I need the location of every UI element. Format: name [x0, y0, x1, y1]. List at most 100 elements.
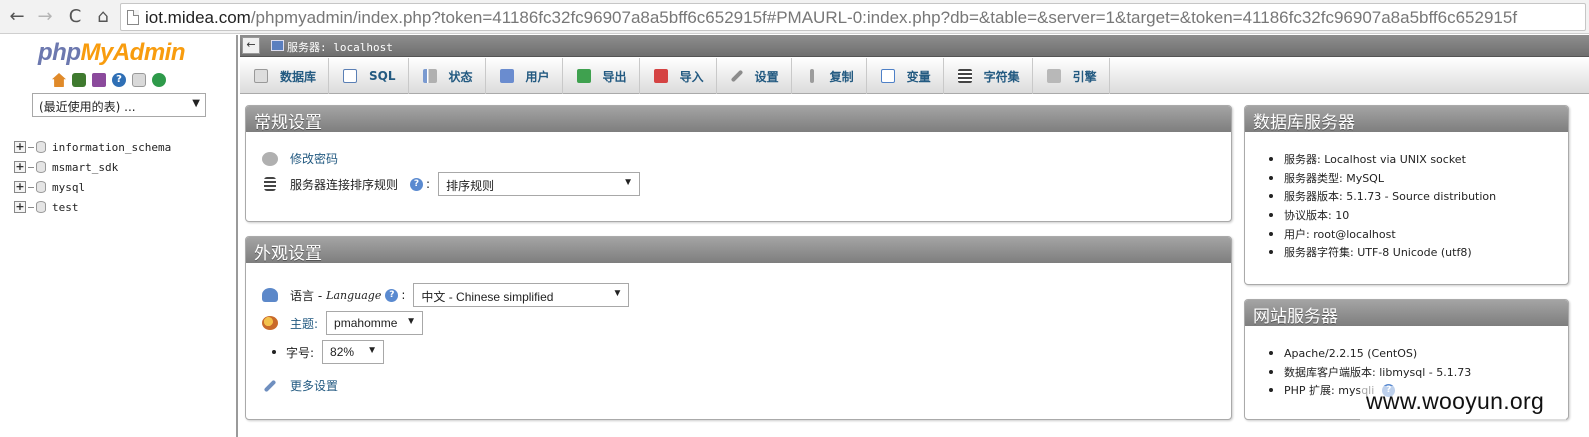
list-item: 服务器: Localhost via UNIX socket: [1269, 150, 1496, 169]
breadcrumb-server[interactable]: 服务器: localhost: [287, 39, 393, 55]
tab-import[interactable]: 导入: [640, 58, 717, 94]
database-icon: [36, 201, 46, 213]
change-password-link[interactable]: 修改密码: [290, 150, 338, 167]
forward-button[interactable]: →: [34, 6, 56, 28]
more-settings-row: 更多设置: [262, 377, 338, 394]
bullet: [1269, 175, 1273, 180]
database-server-info: 服务器: Localhost via UNIX socket 服务器类型: My…: [1269, 150, 1496, 262]
tree-item-msmart-sdk[interactable]: + msmart_sdk: [14, 157, 171, 177]
font-size-select[interactable]: 82% ▼: [322, 340, 385, 364]
list-item: 协议版本: 10: [1269, 206, 1496, 225]
server-version-text: 服务器版本: 5.1.73 - Source distribution: [1284, 190, 1497, 204]
export-icon: [576, 69, 591, 83]
bullet: [1269, 250, 1273, 255]
tab-engines[interactable]: 引擎: [1033, 58, 1110, 94]
tab-label: 设置: [754, 69, 779, 84]
font-size-label: 字号:: [286, 345, 315, 360]
charset-icon: [957, 69, 972, 83]
docs-page-icon[interactable]: [132, 73, 146, 87]
tree-line: [28, 166, 34, 168]
server-info-text: 服务器: Localhost via UNIX socket: [1284, 153, 1466, 167]
tree-item-information-schema[interactable]: + information_schema: [14, 137, 171, 157]
language-select[interactable]: 中文 - Chinese simplified ▼: [413, 283, 630, 307]
tab-sql[interactable]: SQL: [329, 58, 409, 94]
theme-value: pmahomme: [334, 316, 398, 330]
tab-label: 变量: [906, 69, 931, 84]
collation-value: 排序规则: [446, 179, 495, 193]
list-item: 服务器版本: 5.1.73 - Source distribution: [1269, 187, 1496, 206]
tab-export[interactable]: 导出: [563, 58, 640, 94]
recent-tables-select[interactable]: (最近使用的表) ... ▼: [32, 93, 206, 117]
collation-row: 服务器连接排序规则 ? : 排序规则 ▼: [262, 172, 641, 196]
tree-item-test[interactable]: + test: [14, 197, 171, 217]
query-window-icon[interactable]: [92, 73, 106, 87]
database-name[interactable]: information_schema: [52, 141, 171, 154]
documentation-icon[interactable]: ?: [112, 73, 126, 87]
more-settings-link[interactable]: 更多设置: [290, 377, 338, 394]
database-name[interactable]: msmart_sdk: [52, 161, 118, 174]
tab-databases[interactable]: 数据库: [240, 58, 330, 94]
panel-title: 网站服务器: [1245, 300, 1568, 327]
navigation-panel: phpMyAdmin ? (最近使用的表) ... ▼ + information…: [0, 35, 238, 437]
home-button[interactable]: ⌂: [92, 6, 114, 28]
web-server-text: Apache/2.2.15 (CentOS): [1284, 346, 1418, 360]
chevron-down-icon: ▼: [612, 288, 623, 299]
tab-settings[interactable]: 设置: [717, 58, 792, 94]
theme-select[interactable]: pmahomme ▼: [326, 311, 424, 335]
browser-toolbar: ← → C ⌂ iot.midea.com/phpmyadmin/index.p…: [0, 0, 1589, 34]
chevron-down-icon: ▼: [623, 177, 634, 188]
database-name[interactable]: test: [52, 201, 79, 214]
bullet: [1269, 194, 1273, 199]
back-button[interactable]: ←: [6, 6, 28, 28]
phpmyadmin-logo[interactable]: phpMyAdmin: [38, 39, 185, 67]
reload-button[interactable]: C: [64, 6, 86, 28]
tree-line: [28, 146, 34, 148]
list-item: Apache/2.2.15 (CentOS): [1269, 344, 1471, 363]
url-path: /phpmyadmin/index.php?token=41186fc32fc9…: [250, 8, 1518, 27]
help-icon[interactable]: ?: [385, 288, 399, 302]
tab-replication[interactable]: 复制: [792, 58, 867, 94]
recent-tables-value: (最近使用的表) ...: [39, 100, 136, 114]
tab-variables[interactable]: 变量: [867, 58, 944, 94]
expand-icon[interactable]: +: [14, 201, 26, 213]
users-icon: [499, 69, 514, 83]
breadcrumb: ← 服务器: localhost: [240, 35, 1589, 57]
tree-line: [28, 186, 34, 188]
url-host: iot.midea.com: [145, 8, 251, 27]
font-size-value: 82%: [330, 345, 355, 359]
expand-icon[interactable]: +: [14, 181, 26, 193]
database-icon: [36, 181, 46, 193]
theme-label[interactable]: 主题:: [290, 315, 318, 332]
expand-icon[interactable]: +: [14, 141, 26, 153]
settings-icon: [730, 69, 743, 83]
change-password-row: 修改密码: [262, 150, 338, 167]
language-row: 语言 - Language ? : 中文 - Chinese simplifie…: [262, 283, 630, 307]
list-item: 数据库客户端版本: libmysql - 5.1.73: [1269, 363, 1471, 382]
collapse-navigation-button[interactable]: ←: [242, 37, 260, 54]
database-server-panel: 数据库服务器 服务器: Localhost via UNIX socket 服务…: [1244, 105, 1569, 285]
expand-icon[interactable]: +: [14, 161, 26, 173]
bullet: [1269, 213, 1273, 218]
theme-icon: [262, 316, 278, 330]
engines-icon: [1046, 69, 1061, 83]
logo-php-text: php: [38, 39, 81, 66]
address-bar[interactable]: iot.midea.com/phpmyadmin/index.php?token…: [120, 3, 1586, 31]
tab-users[interactable]: 用户: [486, 58, 563, 94]
general-settings-panel: 常规设置 修改密码 服务器连接排序规则 ? : 排序规则 ▼: [245, 105, 1232, 222]
import-icon: [653, 69, 668, 83]
collation-icon: [264, 177, 276, 191]
main-menu: 数据库 SQL 状态 用户 导出 导入 设置 复制 变量 字符集 引擎: [240, 58, 1589, 94]
collation-select[interactable]: 排序规则 ▼: [438, 172, 641, 196]
font-size-row: 字号: 82% ▼: [268, 340, 385, 364]
tab-charsets[interactable]: 字符集: [944, 58, 1033, 94]
help-icon[interactable]: ?: [410, 177, 424, 191]
tree-item-mysql[interactable]: + mysql: [14, 177, 171, 197]
logout-icon[interactable]: [72, 73, 86, 87]
server-icon: [271, 40, 284, 51]
tab-label: 引擎: [1072, 69, 1097, 84]
language-label-en: Language: [326, 288, 382, 302]
reload-navigation-icon[interactable]: [152, 73, 166, 87]
tab-status[interactable]: 状态: [409, 58, 486, 94]
home-icon[interactable]: [52, 73, 66, 87]
database-name[interactable]: mysql: [52, 181, 85, 194]
